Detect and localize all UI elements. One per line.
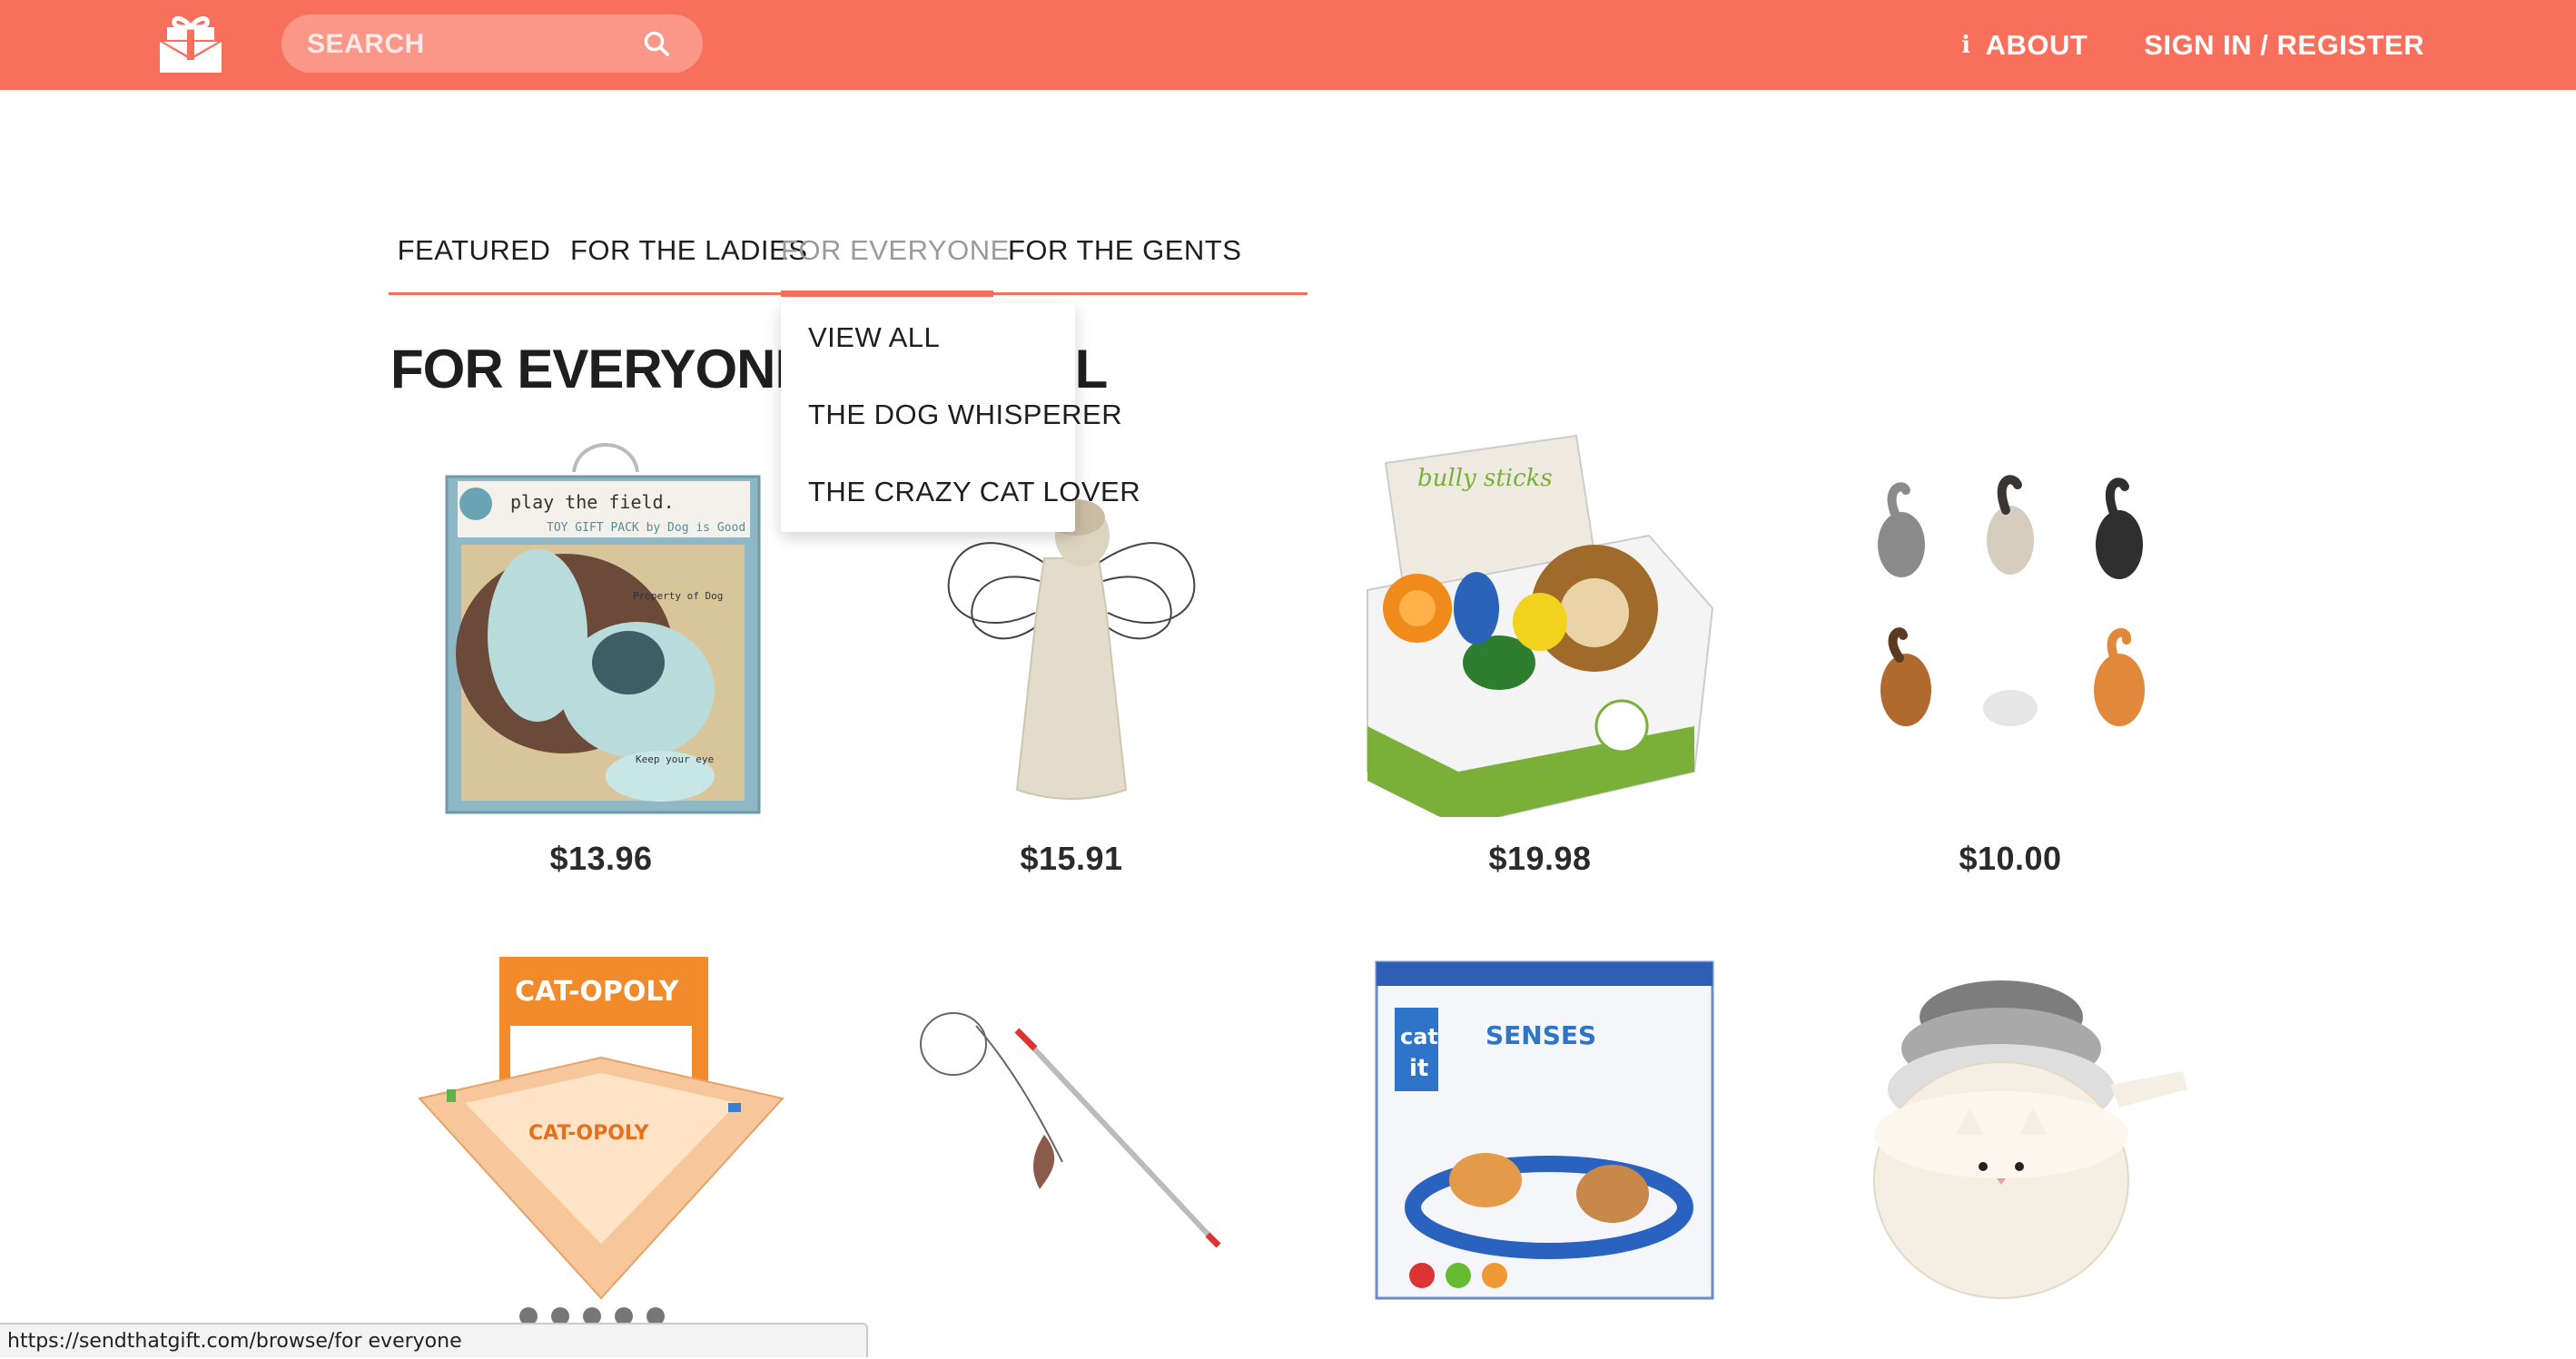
svg-text:bully sticks: bully sticks: [1417, 465, 1553, 492]
search-box: [281, 15, 703, 74]
product-price: $19.98: [1488, 840, 1592, 877]
browser-status-bar: https://sendthatgift.com/browse/for ever…: [0, 1323, 868, 1357]
bully-sticks-box-image[interactable]: bully sticks: [1349, 427, 1731, 817]
sign-in-register-link[interactable]: SIGN IN / REGISTER: [2144, 29, 2424, 62]
about-link[interactable]: i ABOUT: [1961, 29, 2087, 62]
svg-text:SENSES: SENSES: [1485, 1020, 1596, 1050]
sign-in-label: SIGN IN / REGISTER: [2144, 28, 2424, 61]
category-tabs: FEATURED FOR THE LADIES FOR EVERYONE FOR…: [392, 218, 1309, 300]
svg-text:cat: cat: [1400, 1024, 1438, 1049]
tab-for-everyone[interactable]: FOR EVERYONE: [781, 218, 1009, 298]
product-price: $10.00: [1959, 840, 2062, 877]
for-everyone-dropdown-menu: VIEW ALL THE DOG WHISPERER THE CRAZY CAT…: [781, 303, 1140, 532]
menu-item-crazy-cat-lover[interactable]: THE CRAZY CAT LOVER: [808, 476, 1140, 508]
menu-item-dog-whisperer[interactable]: THE DOG WHISPERER: [808, 399, 1122, 431]
svg-text:CAT-OPOLY: CAT-OPOLY: [528, 1122, 649, 1145]
svg-text:Property of Dog: Property of Dog: [633, 590, 723, 602]
svg-text:TOY GIFT PACK by Dog is Good: TOY GIFT PACK by Dog is Good: [547, 521, 745, 535]
menu-item-view-all[interactable]: VIEW ALL: [808, 321, 940, 354]
search-icon[interactable]: [643, 30, 670, 57]
dog-toy-gift-box-image[interactable]: play the field. TOY GIFT PACK by Dog is …: [410, 427, 792, 817]
gift-envelope-icon[interactable]: [158, 15, 223, 74]
product-price: $15.91: [1020, 840, 1123, 877]
catit-senses-toy-image[interactable]: cat it SENSES: [1349, 953, 1731, 1344]
svg-text:CAT-OPOLY: CAT-OPOLY: [515, 976, 680, 1008]
product-price: $13.96: [549, 840, 653, 877]
header-nav: i ABOUT SIGN IN / REGISTER: [1961, 0, 2424, 90]
cat-butt-magnets-image[interactable]: [1820, 427, 2201, 817]
cat-opoly-board-game-image[interactable]: CAT-OPOLY CAT-OPOLY: [410, 953, 792, 1344]
search-input[interactable]: [305, 15, 645, 74]
svg-text:Keep your eye: Keep your eye: [636, 753, 714, 765]
about-label: ABOUT: [1985, 28, 2088, 61]
svg-text:it: it: [1409, 1055, 1428, 1082]
tab-featured[interactable]: FEATURED: [392, 218, 556, 298]
cat-wand-toy-image[interactable]: [881, 953, 1262, 1344]
tab-for-the-ladies[interactable]: FOR THE LADIES: [570, 218, 807, 298]
active-tab-indicator: [781, 291, 993, 297]
top-navigation-bar: i ABOUT SIGN IN / REGISTER: [0, 0, 2576, 90]
cat-measuring-cups-image[interactable]: [1820, 953, 2201, 1344]
svg-text:play the field.: play the field.: [510, 491, 675, 513]
tab-for-the-gents[interactable]: FOR THE GENTS: [1008, 218, 1241, 298]
info-icon: i: [1961, 31, 1971, 59]
